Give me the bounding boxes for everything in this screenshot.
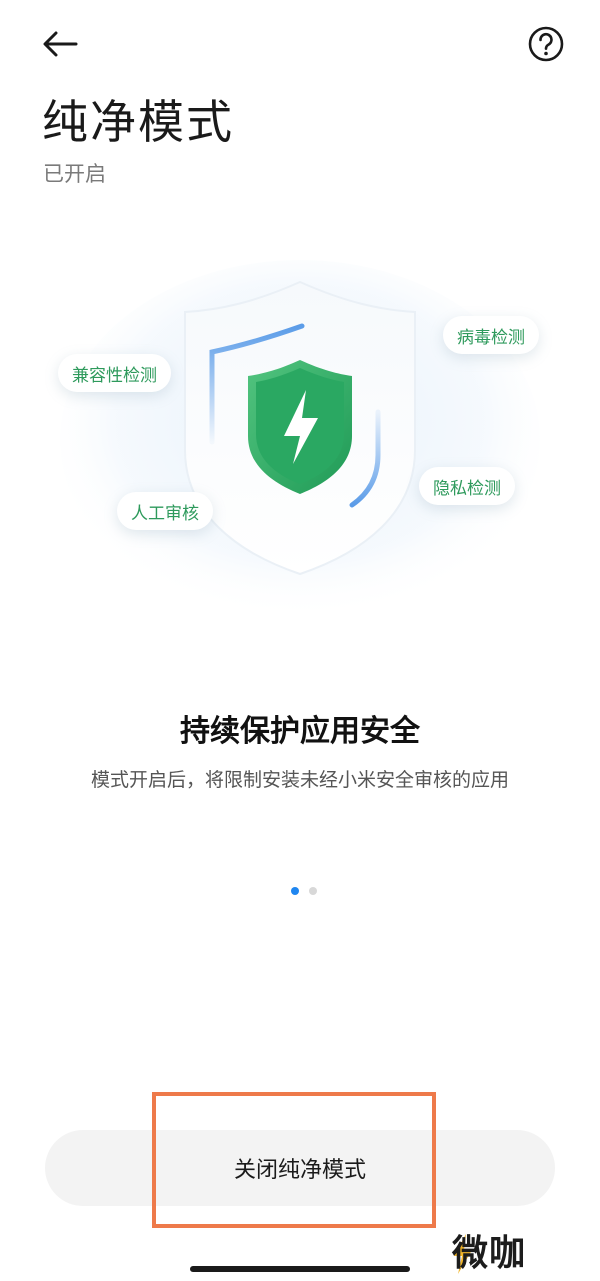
watermark-text: 微咖 bbox=[452, 1233, 527, 1274]
watermark: 微咖 bbox=[452, 1232, 526, 1276]
page-indicator bbox=[291, 887, 317, 895]
question-circle-icon bbox=[528, 26, 564, 62]
feature-tag-privacy: 隐私检测 bbox=[419, 467, 515, 505]
feature-description: 模式开启后，将限制安装未经小米安全审核的应用 bbox=[90, 769, 509, 791]
page-dot-active bbox=[291, 887, 299, 895]
feature-tag-manual-review: 人工审核 bbox=[117, 492, 213, 530]
back-button[interactable] bbox=[38, 24, 82, 64]
home-indicator[interactable] bbox=[190, 1266, 410, 1272]
shield-lightning-icon bbox=[60, 260, 540, 620]
hero-illustration: 兼容性检测 病毒检测 人工审核 隐私检测 bbox=[0, 250, 600, 630]
help-button[interactable] bbox=[526, 24, 566, 64]
arrow-left-icon bbox=[43, 31, 78, 57]
feature-tag-virus: 病毒检测 bbox=[443, 316, 539, 354]
page-dot bbox=[309, 887, 317, 895]
feature-tag-compatibility: 兼容性检测 bbox=[58, 354, 171, 392]
close-pure-mode-button[interactable]: 关闭纯净模式 bbox=[45, 1130, 555, 1206]
feature-headline: 持续保护应用安全 bbox=[180, 714, 420, 749]
page-title: 纯净模式 bbox=[42, 95, 234, 149]
mode-status-text: 已开启 bbox=[43, 162, 106, 186]
